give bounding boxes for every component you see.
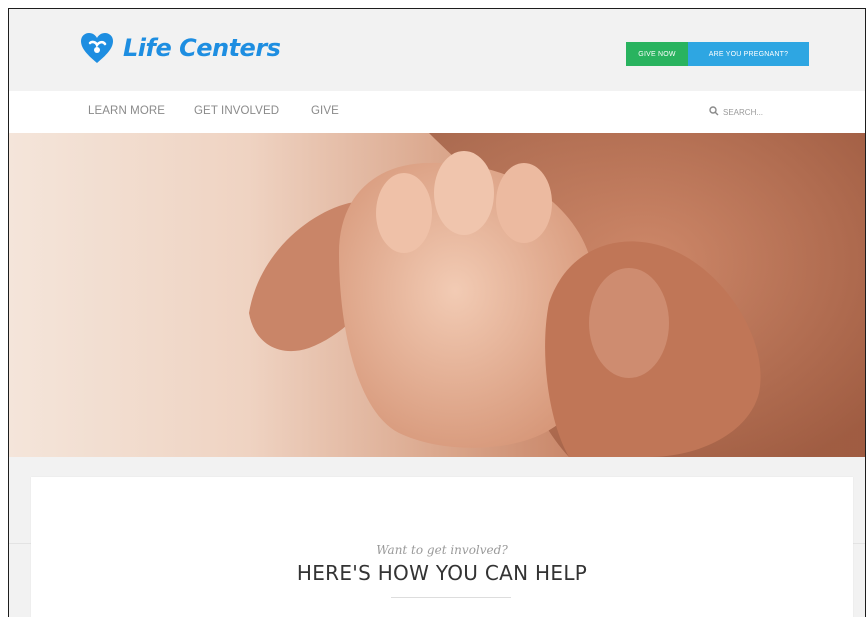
site-logo[interactable]: Life Centers xyxy=(79,31,281,65)
section-tagline: Want to get involved? xyxy=(376,543,508,557)
search-placeholder: SEARCH... xyxy=(723,107,764,117)
search-box[interactable]: SEARCH... xyxy=(709,106,763,118)
nav-item-give[interactable]: GIVE xyxy=(311,105,339,117)
search-icon xyxy=(709,106,719,118)
nav-item-get-involved[interactable]: GET INVOLVED xyxy=(194,105,279,117)
are-you-pregnant-button[interactable]: ARE YOU PREGNANT? xyxy=(688,42,809,66)
give-now-button[interactable]: GIVE NOW xyxy=(626,42,688,66)
main-nav: LEARN MORE GET INVOLVED GIVE SEARCH... xyxy=(9,91,865,133)
help-card: Want to get involved? HERE'S HOW YOU CAN… xyxy=(31,477,853,617)
headline-divider xyxy=(391,597,511,598)
browser-frame: Life Centers GIVE NOW ARE YOU PREGNANT? … xyxy=(8,8,866,617)
site-header: Life Centers GIVE NOW ARE YOU PREGNANT? xyxy=(9,9,865,91)
divider-right xyxy=(853,543,865,544)
nav-item-learn-more[interactable]: LEARN MORE xyxy=(88,105,165,117)
hero-baby-hand-illustration xyxy=(249,133,865,457)
brand-name: Life Centers xyxy=(123,34,281,62)
divider-left xyxy=(9,543,31,544)
section-headline: HERE'S HOW YOU CAN HELP xyxy=(296,561,588,585)
heart-hands-icon xyxy=(79,31,115,65)
hero-image xyxy=(9,133,865,457)
